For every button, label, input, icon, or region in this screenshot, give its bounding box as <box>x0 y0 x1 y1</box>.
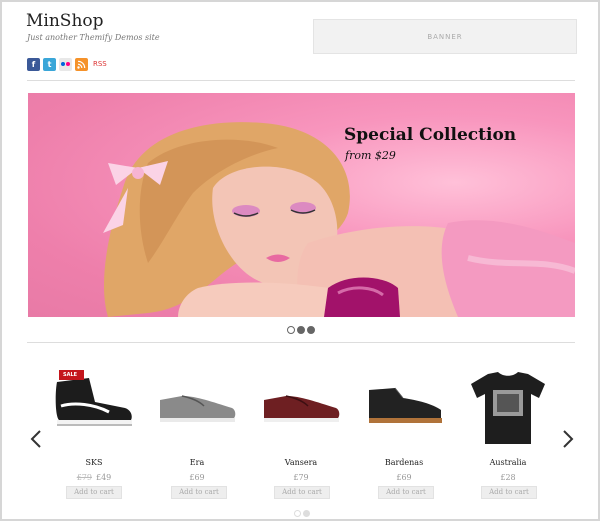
product-card[interactable]: Australia £28 Add to cart <box>453 372 563 502</box>
product-image <box>160 395 236 422</box>
social-links: f t RSS <box>27 57 107 71</box>
product-image <box>264 395 340 422</box>
product-card[interactable]: SALE SKS £79 £49 Add to cart <box>39 370 149 502</box>
slider-dot[interactable] <box>307 326 315 334</box>
site-title[interactable]: MinShop <box>26 11 104 31</box>
carousel-dot-active[interactable] <box>303 510 310 517</box>
add-to-cart-button[interactable]: Add to cart <box>171 486 227 499</box>
site-tagline: Just another Themify Demos site <box>27 33 160 42</box>
add-to-cart-button[interactable]: Add to cart <box>66 486 122 499</box>
product-price: £69 <box>142 473 252 482</box>
product-current-price: £69 <box>396 473 412 482</box>
product-current-price: £28 <box>500 473 516 482</box>
product-image <box>471 372 545 444</box>
product-price: £28 <box>453 473 563 482</box>
product-current-price: £69 <box>189 473 205 482</box>
product-name[interactable]: SKS <box>39 458 149 467</box>
rss-icon[interactable] <box>75 57 88 71</box>
product-price: £79 £49 <box>39 473 149 482</box>
add-to-cart-button[interactable]: Add to cart <box>481 486 537 499</box>
product-name[interactable]: Bardenas <box>349 458 459 467</box>
flickr-icon[interactable] <box>59 57 72 71</box>
hero-slider[interactable]: Special Collection from $29 <box>28 93 575 317</box>
product-card[interactable]: Era £69 Add to cart <box>142 372 252 502</box>
product-card[interactable]: Bardenas £69 Add to cart <box>349 372 459 502</box>
slider-divider <box>27 342 575 343</box>
add-to-cart-button[interactable]: Add to cart <box>378 486 434 499</box>
product-name[interactable]: Australia <box>453 458 563 467</box>
product-old-price: £79 <box>76 473 92 482</box>
product-card[interactable]: Vansera £79 Add to cart <box>246 372 356 502</box>
product-current-price: £49 <box>96 473 112 482</box>
product-image <box>55 378 132 426</box>
add-to-cart-button[interactable]: Add to cart <box>274 486 330 499</box>
slider-dot-active[interactable] <box>297 326 305 334</box>
product-name[interactable]: Era <box>142 458 252 467</box>
slide-subtitle: from $29 <box>345 149 396 162</box>
product-name[interactable]: Vansera <box>246 458 356 467</box>
chevron-right-icon <box>563 430 574 448</box>
facebook-icon[interactable]: f <box>27 57 40 71</box>
carousel-pager <box>294 510 312 517</box>
carousel-dot[interactable] <box>294 510 301 517</box>
slider-pager <box>287 326 317 334</box>
product-price: £79 <box>246 473 356 482</box>
product-current-price: £79 <box>293 473 309 482</box>
slider-dot[interactable] <box>287 326 295 334</box>
twitter-icon[interactable]: t <box>43 57 56 71</box>
banner-ad[interactable]: BANNER <box>313 19 577 54</box>
slide-title: Special Collection <box>344 125 517 145</box>
page-frame: MinShop Just another Themify Demos site … <box>0 0 600 521</box>
rss-link[interactable]: RSS <box>93 60 107 68</box>
product-price: £69 <box>349 473 459 482</box>
product-image <box>369 387 442 423</box>
header-divider <box>27 80 575 81</box>
sale-badge: SALE <box>59 370 85 380</box>
